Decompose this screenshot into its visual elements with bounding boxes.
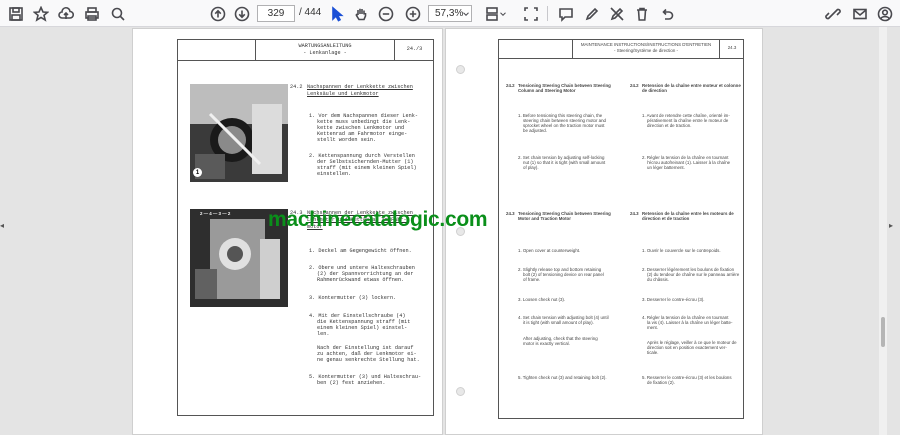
en-section-number: 24.3 [506, 211, 515, 216]
delete-trash-icon[interactable] [632, 4, 651, 23]
pdf-toolbar: 329 / 444 57,3% [0, 0, 900, 27]
en-step: 5. Tighten check nut (3) and retaining b… [518, 375, 607, 380]
page-frame [498, 39, 744, 419]
fr-step: de fixation (2). [647, 380, 675, 385]
section-24-2-number: 24.2 [290, 84, 303, 90]
binder-hole [456, 65, 465, 74]
watermark-text: machinecatalogic.com [268, 208, 488, 231]
step-text: einem kleinen Spiel) einstel- [317, 325, 408, 331]
note-text: ne genau senkrechte Stellung hat. [317, 357, 420, 363]
fr-section-number: 24.2 [630, 83, 639, 88]
section-24-2-heading: Nachspannen der Lenkkette zwischen [307, 84, 413, 90]
photo-callouts: 2 — 4 — 3 — 2 [200, 211, 231, 216]
collapse-right-arrow-icon[interactable]: ▸ [889, 221, 893, 230]
step-text: einstellen. [317, 171, 352, 177]
toolbar-separator [547, 6, 548, 21]
fit-page-icon[interactable] [521, 4, 540, 23]
page-up-icon[interactable] [208, 4, 227, 23]
en-step: 1. Open cover at counterweight. [518, 248, 581, 253]
section-24-2-heading-line2: Lenksäule und Lenkmotor [307, 91, 379, 97]
en-section-heading-line2: Column and Steering Motor [518, 88, 576, 93]
en-note: motor is exactly vertical. [523, 341, 570, 346]
fr-note: direction soit en position exactement ve… [647, 345, 727, 350]
bookmark-star-icon[interactable] [31, 4, 50, 23]
step-text: len. [317, 331, 330, 337]
account-avatar-icon[interactable] [875, 4, 894, 23]
en-section-heading-line2: Motor and Traction Motor [518, 216, 571, 221]
zoom-dropdown-chevron-icon[interactable] [461, 4, 471, 23]
hand-pan-icon[interactable] [351, 4, 370, 23]
search-zoom-icon[interactable] [108, 4, 127, 23]
en-step: be adjusted. [523, 128, 547, 133]
fr-step: direction et de traction. [647, 123, 692, 128]
layout-dropdown-chevron-icon[interactable] [498, 4, 508, 23]
header-title: MAINTENANCE INSTRUCTIONS/INSTRUCTIONS D'… [580, 42, 712, 47]
header-subtitle: - Lenkanlage - [303, 50, 347, 56]
fr-section-number: 24.3 [630, 211, 639, 216]
zoom-in-icon[interactable] [403, 4, 422, 23]
pen-draw-icon[interactable] [582, 4, 601, 23]
fr-step: 3. Desserrer le contre-écrou (3). [642, 297, 705, 302]
fr-note: ticale. [647, 350, 659, 355]
edit-link-icon[interactable] [823, 4, 842, 23]
step-text: stellt worden sein. [317, 137, 377, 143]
en-step: of play). [523, 165, 539, 170]
step-text: Rahmenrückwand etwas öffnen. [317, 277, 405, 283]
step-text: 1. Deckel am Gegengewicht öffnen. [309, 248, 412, 254]
header-title: WARTUNGSANLEITUNG [298, 43, 352, 49]
print-icon[interactable] [82, 4, 101, 23]
select-cursor-icon[interactable] [327, 4, 346, 23]
comment-icon[interactable] [556, 4, 575, 23]
undo-icon[interactable] [657, 4, 676, 23]
photo-callout-1: 1 [193, 168, 202, 177]
steering-chain-photo: 1 [190, 84, 288, 182]
fr-step: la vis (4). Laisser à la chaîne un léger… [647, 320, 733, 325]
header-subtitle: - Steering/Système de direction - [614, 48, 678, 53]
pdf-page-right: MAINTENANCE INSTRUCTIONS/INSTRUCTIONS D'… [445, 28, 763, 435]
collapse-left-arrow-icon[interactable]: ◂ [0, 221, 4, 230]
scrollbar-thumb[interactable] [881, 317, 885, 347]
fr-section-heading-line2: de direction [642, 88, 667, 93]
zoom-out-icon[interactable] [376, 4, 395, 23]
binder-hole [456, 387, 465, 396]
upload-cloud-icon[interactable] [56, 4, 75, 23]
page-total: / 444 [299, 7, 322, 18]
save-icon[interactable] [6, 4, 25, 23]
fr-step: un léger battement. [647, 165, 685, 170]
email-envelope-icon[interactable] [850, 4, 869, 23]
header-code: 24.3 [727, 45, 737, 50]
fr-step: ment. [647, 325, 658, 330]
fr-step: 1. Ouvrir le couvercle sur le contrepoid… [642, 248, 721, 253]
en-step: 3. Loosen check nut (3). [518, 297, 566, 302]
eraser-icon[interactable] [607, 4, 626, 23]
page-number-input[interactable]: 329 [257, 5, 295, 22]
fr-section-heading-line2: direction et de traction [642, 216, 690, 221]
step-text: 3. Kontermutter (3) lockern. [309, 295, 397, 301]
en-section-number: 24.2 [506, 83, 515, 88]
fr-step: du châssis. [647, 277, 669, 282]
en-step: it is tight (with small amount of play). [523, 320, 594, 325]
en-step: of frame. [523, 277, 541, 282]
vertical-scrollbar[interactable] [879, 27, 887, 435]
page-down-icon[interactable] [232, 4, 251, 23]
header-code: 24./3 [406, 46, 423, 52]
step-text: ben (2) fest anziehen. [317, 380, 386, 386]
